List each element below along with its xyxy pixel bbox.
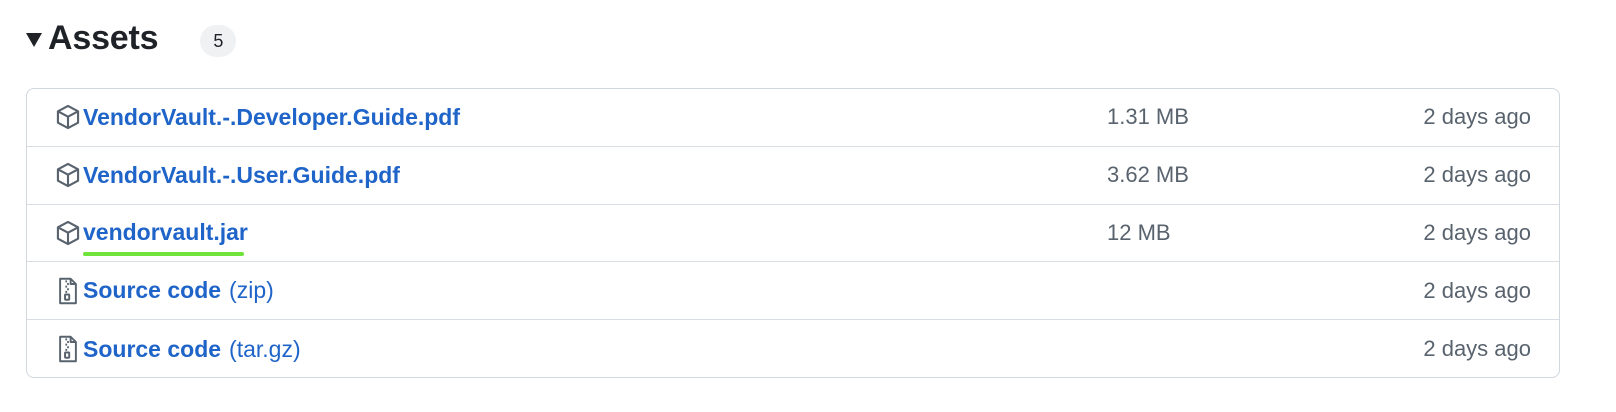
package-icon (55, 161, 81, 189)
caret-down-icon (26, 33, 42, 47)
source-code-zip-link[interactable]: Source code (zip) (83, 277, 274, 304)
source-code-targz-link[interactable]: Source code (tar.gz) (83, 336, 301, 363)
asset-download-link[interactable]: vendorvault.jar (83, 219, 248, 257)
asset-date: 2 days ago (1423, 162, 1531, 188)
asset-date: 2 days ago (1423, 104, 1531, 130)
asset-date: 2 days ago (1423, 277, 1531, 303)
asset-size: 12 MB (1107, 219, 1171, 245)
asset-download-link[interactable]: VendorVault.-.User.Guide.pdf (83, 162, 400, 189)
highlight-underline (83, 252, 244, 257)
asset-name-group: Source code (zip) (55, 277, 274, 305)
asset-size: 3.62 MB (1107, 162, 1189, 188)
asset-row: vendorvault.jar 12 MB 2 days ago (27, 205, 1559, 263)
asset-download-link[interactable]: VendorVault.-.Developer.Guide.pdf (83, 104, 460, 131)
asset-row: VendorVault.-.User.Guide.pdf 3.62 MB 2 d… (27, 147, 1559, 205)
assets-title: Assets (48, 18, 159, 57)
asset-name-group: VendorVault.-.User.Guide.pdf (55, 161, 400, 189)
asset-date: 2 days ago (1423, 219, 1531, 245)
asset-row: Source code (zip) 2 days ago (27, 262, 1559, 321)
asset-name-group: VendorVault.-.Developer.Guide.pdf (55, 103, 460, 131)
file-zip-icon (55, 277, 81, 305)
package-icon (55, 103, 81, 131)
asset-name-group: Source code (tar.gz) (55, 335, 301, 363)
asset-row: Source code (tar.gz) 2 days ago (27, 320, 1559, 377)
assets-toggle[interactable]: Assets 5 (26, 12, 237, 64)
package-icon (55, 219, 81, 247)
asset-size: 1.31 MB (1107, 104, 1189, 130)
assets-count-badge: 5 (200, 25, 237, 57)
asset-name-group: vendorvault.jar (55, 219, 248, 257)
asset-date: 2 days ago (1423, 336, 1531, 362)
file-zip-icon (55, 335, 81, 363)
asset-row: VendorVault.-.Developer.Guide.pdf 1.31 M… (27, 89, 1559, 147)
assets-list: VendorVault.-.Developer.Guide.pdf 1.31 M… (26, 88, 1560, 378)
